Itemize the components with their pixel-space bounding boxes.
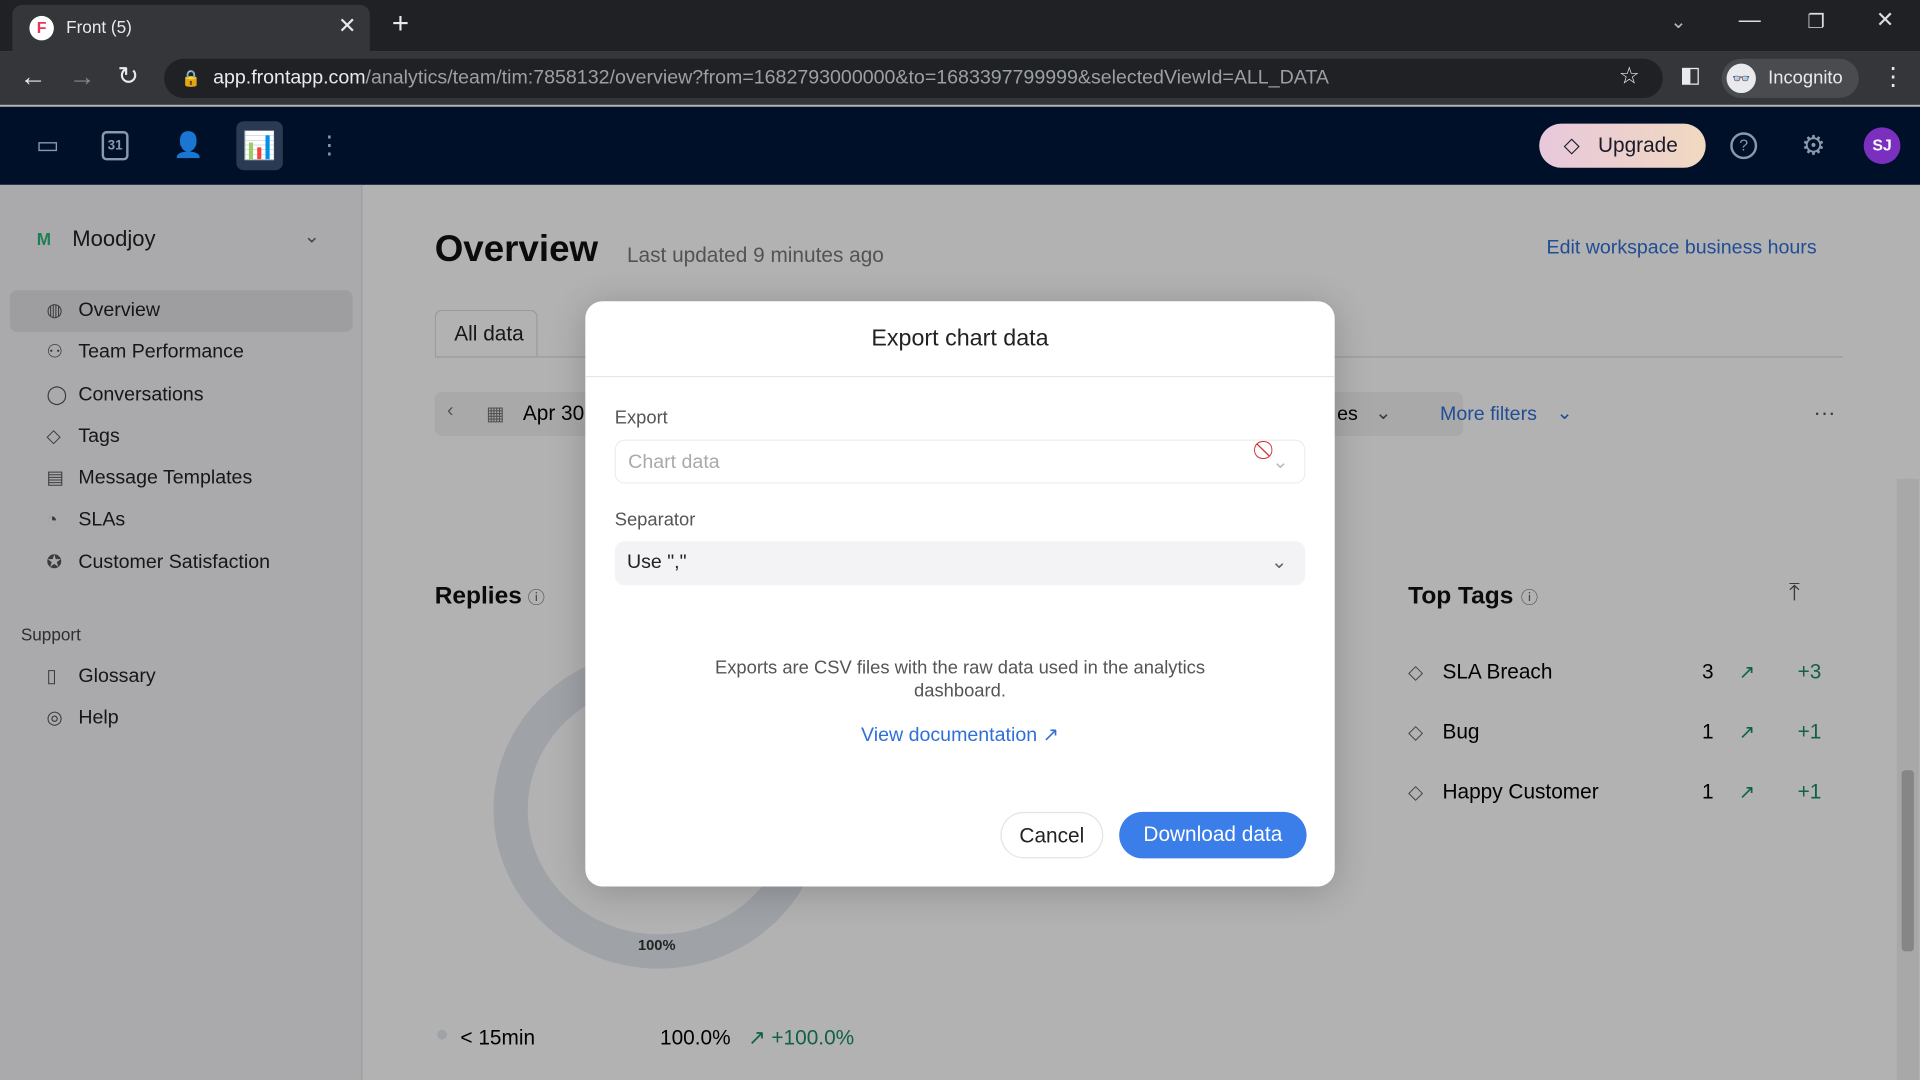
url-input[interactable]: 🔒 app.frontapp.com/analytics/team/tim:78…: [164, 58, 1663, 98]
more-apps-icon[interactable]: ⋮: [312, 129, 346, 163]
help-icon[interactable]: ?: [1730, 132, 1758, 160]
doc-link-label: View documentation: [861, 724, 1038, 746]
close-tab-icon[interactable]: ✕: [338, 13, 356, 39]
url-path: /analytics/team/tim:7858132/overview?fro…: [365, 67, 1329, 89]
bookmark-star-icon[interactable]: ☆: [1619, 62, 1640, 90]
separator-select[interactable]: Use "," ⌄: [614, 541, 1306, 586]
diamond-icon: ◇: [1563, 133, 1580, 157]
upgrade-label: Upgrade: [1597, 133, 1678, 157]
inbox-icon[interactable]: ▭: [31, 129, 65, 163]
export-label: Export: [614, 407, 668, 429]
browser-tab-bar: F Front (5) ✕ + ⌄ — ❐ ✕: [0, 0, 1920, 52]
forward-icon[interactable]: →: [69, 61, 96, 93]
new-tab-icon[interactable]: +: [392, 7, 409, 41]
tab-title: Front (5): [66, 17, 132, 37]
minimize-icon[interactable]: —: [1739, 7, 1761, 33]
contacts-icon[interactable]: 👤: [171, 129, 205, 163]
export-chart-data-modal: Export chart data Export Chart data ⃠ ⌄ …: [585, 301, 1335, 887]
app-top-nav: ▭ 31 👤 📊 ⋮ ◇ Upgrade ? ⚙ SJ: [0, 106, 1920, 185]
modal-title: Export chart data: [871, 325, 1049, 352]
close-window-icon[interactable]: ✕: [1876, 7, 1894, 33]
chevron-down-icon: ⌄: [1272, 451, 1289, 473]
front-favicon-icon: F: [29, 15, 54, 41]
analytics-icon[interactable]: 📊: [236, 121, 283, 171]
settings-gear-icon[interactable]: ⚙: [1796, 129, 1830, 163]
tab-search-icon[interactable]: ⌄: [1670, 10, 1686, 34]
external-link-icon: ↗: [1042, 724, 1059, 746]
browser-menu-icon[interactable]: ⋮: [1881, 61, 1905, 92]
modal-divider: [585, 375, 1335, 378]
address-bar-row: ← → ↻ 🔒 app.frontapp.com/analytics/team/…: [0, 51, 1920, 106]
export-select[interactable]: Chart data ⃠ ⌄: [614, 439, 1306, 484]
profile-label: Incognito: [1768, 67, 1843, 89]
view-documentation-link[interactable]: View documentation ↗: [585, 722, 1334, 746]
download-data-button[interactable]: Download data: [1119, 811, 1307, 859]
lock-icon: 🔒: [181, 68, 202, 87]
incognito-icon: 👓: [1726, 63, 1756, 94]
incognito-badge[interactable]: 👓 Incognito: [1721, 58, 1859, 98]
url-host: app.frontapp.com: [213, 67, 366, 89]
chevron-down-icon: ⌄: [1271, 552, 1288, 574]
restore-icon[interactable]: ❐: [1807, 10, 1825, 34]
avatar[interactable]: SJ: [1863, 127, 1901, 165]
browser-tab[interactable]: F Front (5) ✕: [12, 4, 370, 52]
separator-value: Use ",": [626, 552, 687, 574]
upgrade-button[interactable]: ◇ Upgrade: [1539, 123, 1706, 168]
cancel-button[interactable]: Cancel: [1000, 811, 1104, 859]
reload-icon[interactable]: ↻: [118, 61, 140, 92]
export-value: Chart data: [628, 451, 720, 473]
calendar-icon[interactable]: 31: [101, 131, 129, 161]
export-info-text: Exports are CSV files with the raw data …: [714, 657, 1206, 702]
separator-label: Separator: [614, 509, 696, 531]
back-icon[interactable]: ←: [20, 61, 47, 93]
side-panel-icon[interactable]: ◧: [1680, 62, 1701, 88]
